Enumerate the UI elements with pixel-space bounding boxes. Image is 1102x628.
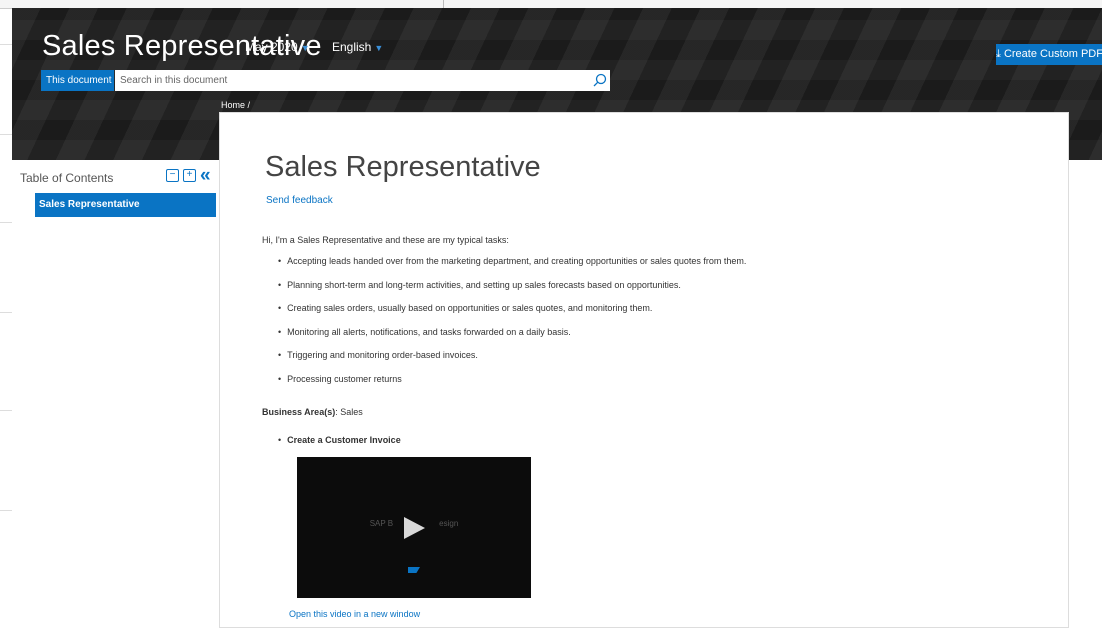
create-custom-pdf-button[interactable]: ⤓ Create Custom PDF [996,44,1102,65]
expand-all-icon[interactable]: + [183,169,196,182]
open-video-link[interactable]: Open this video in a new window [289,609,420,619]
page-title: Sales Representative [265,151,541,183]
download-icon: ⤓ [996,48,1001,60]
toc-item-sales-representative[interactable]: Sales Representative [35,193,216,217]
search-scope-label: This document [46,75,112,86]
list-item: Creating sales orders, usually based on … [278,303,746,327]
search-scope-dropdown[interactable]: This document ⌄ [41,70,123,91]
business-area-label: Business Area(s) [262,407,336,417]
list-item: Processing customer returns [278,374,746,398]
collapse-sidebar-icon[interactable]: « [200,166,211,185]
list-item: Planning short-term and long-term activi… [278,280,746,304]
business-area-value: : Sales [335,407,363,417]
language-dropdown[interactable]: English ▼ [332,40,383,54]
business-area: Business Area(s): Sales [262,407,363,417]
search-input[interactable] [115,70,610,91]
intro-text: Hi, I'm a Sales Representative and these… [262,235,509,245]
top-divider [443,0,444,8]
toc-title: Table of Contents [20,171,114,185]
toc-controls: − + « [166,166,211,185]
toc-item-label: Sales Representative [39,199,140,210]
left-edge [0,0,12,628]
list-item: Monitoring all alerts, notifications, an… [278,327,746,351]
search-icon[interactable] [593,73,607,87]
language-label: English [332,40,372,54]
create-pdf-label: Create Custom PDF [1003,48,1102,60]
search-bar: This document ⌄ [41,70,610,91]
caret-down-icon: ▼ [300,43,310,53]
play-icon[interactable] [401,515,427,541]
breadcrumb[interactable]: Home / [221,100,250,110]
version-label: May 2020 [245,40,298,54]
list-item: Accepting leads handed over from the mar… [278,256,746,280]
list-item: Create a Customer Invoice [278,435,401,445]
collapse-all-icon[interactable]: − [166,169,179,182]
list-item: Triggering and monitoring order-based in… [278,350,746,374]
video-player[interactable]: SAP Besign [297,457,531,598]
content-panel: Sales Representative Send feedback Hi, I… [219,112,1069,628]
version-dropdown[interactable]: May 2020 ▼ [245,40,310,54]
caret-down-icon: ▼ [374,43,384,53]
task-list: Accepting leads handed over from the mar… [278,256,746,397]
send-feedback-link[interactable]: Send feedback [266,195,333,206]
sap-logo [408,567,420,573]
